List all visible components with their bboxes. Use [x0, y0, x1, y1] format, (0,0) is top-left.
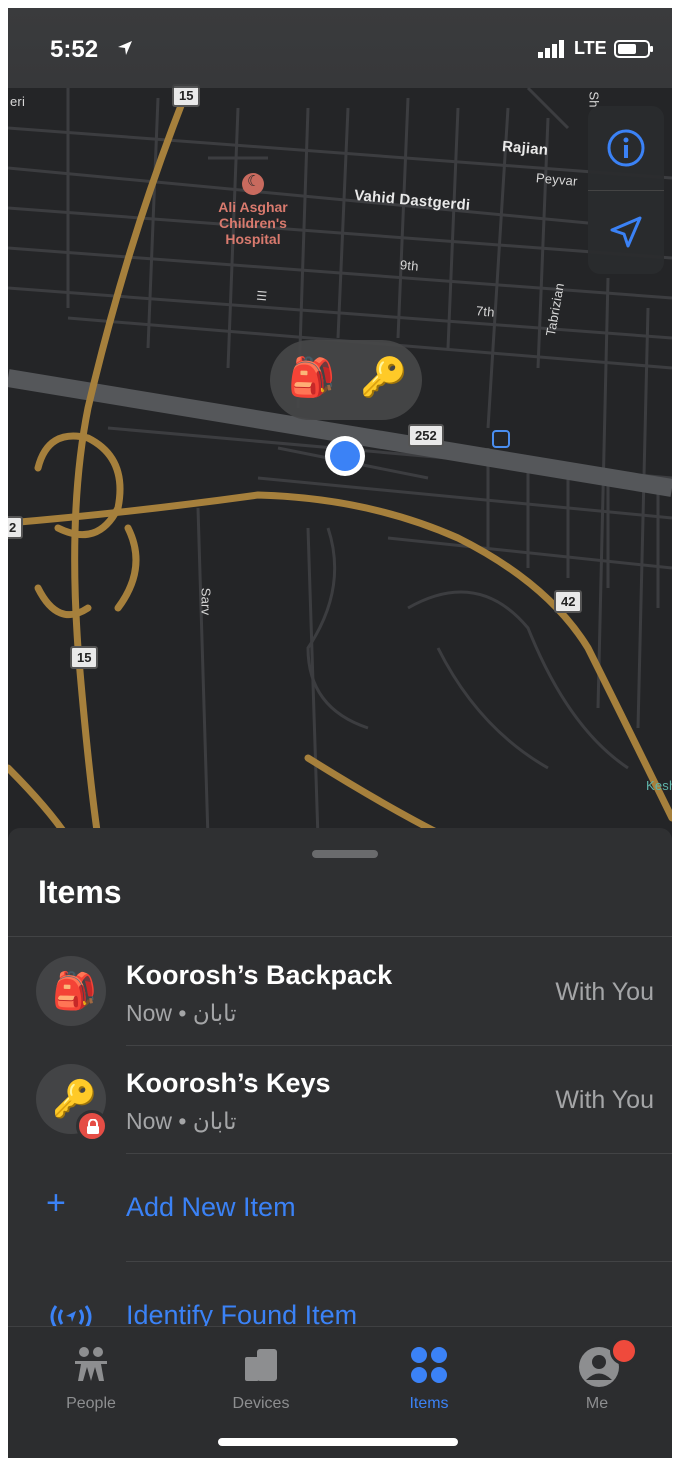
highway-shield-edge: 2 — [8, 516, 24, 539]
key-icon: 🔑 — [360, 357, 408, 399]
shopping-poi-icon[interactable] — [492, 430, 510, 448]
item-subtitle: Now • تابان — [126, 1000, 237, 1026]
plus-icon: + — [46, 1184, 66, 1222]
home-indicator[interactable] — [218, 1438, 458, 1446]
tab-items[interactable]: Items — [354, 1341, 504, 1421]
map-label-edge: eri — [10, 94, 26, 109]
tab-label: Me — [585, 1395, 609, 1412]
cellular-signal-icon — [538, 40, 564, 58]
highway-shield-15-left: 15 — [70, 646, 99, 669]
sheet-divider — [8, 936, 672, 937]
track-location-button[interactable] — [604, 210, 648, 254]
hospital-poi[interactable]: ☾ Ali Asghar Children's Hospital — [198, 173, 308, 247]
highway-shield-252: 252 — [408, 424, 444, 447]
tab-me[interactable]: Me — [522, 1337, 672, 1421]
info-icon — [607, 129, 645, 167]
hospital-name-line2: Children's — [219, 215, 287, 231]
lock-icon — [87, 1119, 99, 1134]
people-icon — [75, 1347, 107, 1381]
map-label-iii: III — [253, 289, 270, 302]
hospital-name-line1: Ali Asghar — [218, 199, 288, 215]
sheet-title: Items — [38, 874, 122, 910]
info-button[interactable] — [604, 126, 648, 170]
item-name: Koorosh’s Keys — [126, 1068, 331, 1098]
tab-devices[interactable]: Devices — [186, 1341, 336, 1421]
tab-label: Devices — [232, 1395, 290, 1412]
map-label-7th: 7th — [475, 303, 496, 320]
map-label-keshavarz: Kesh — [646, 778, 672, 793]
status-time: 5:52 — [50, 36, 99, 63]
map-controls — [588, 106, 664, 274]
item-status: With You — [555, 978, 654, 1006]
network-type: LTE — [574, 38, 607, 58]
item-name: Koorosh’s Backpack — [126, 960, 393, 990]
devices-icon — [245, 1349, 277, 1381]
battery-icon — [614, 40, 653, 58]
map-view[interactable]: eri Sh Rajian Peyvar Vahid Dastgerdi 9th… — [8, 8, 672, 838]
location-services-icon — [118, 41, 132, 55]
add-new-item-button[interactable]: + Add New Item — [8, 1154, 672, 1262]
tab-people[interactable]: People — [16, 1341, 166, 1421]
item-avatar: 🎒 — [36, 956, 106, 1026]
items-sheet: Items 🎒 Koorosh’s Backpack Now • تابان W… — [8, 828, 672, 1338]
map-streets — [8, 84, 672, 838]
lost-mode-badge — [76, 1110, 108, 1142]
items-cluster-pin[interactable]: 🎒 🔑 — [270, 340, 422, 420]
highway-shield-42: 42 — [554, 590, 583, 613]
location-arrow-icon — [610, 216, 642, 248]
items-icon — [411, 1347, 447, 1383]
item-status: With You — [555, 1086, 654, 1114]
item-subtitle: Now • تابان — [126, 1108, 237, 1134]
backpack-icon: 🎒 — [288, 357, 336, 399]
add-new-item-label: Add New Item — [126, 1192, 296, 1222]
hospital-name-line3: Hospital — [225, 231, 281, 247]
item-row-backpack[interactable]: 🎒 Koorosh’s Backpack Now • تابان With Yo… — [8, 938, 672, 1046]
status-bar: 5:52 LTE — [8, 8, 672, 88]
map-label-sarv: Sarv — [198, 587, 214, 616]
tab-label: People — [66, 1395, 116, 1412]
app-frame: eri Sh Rajian Peyvar Vahid Dastgerdi 9th… — [8, 8, 672, 1458]
current-location-dot — [325, 436, 365, 476]
controls-divider — [588, 190, 664, 191]
sheet-grabber[interactable] — [312, 850, 378, 858]
item-row-keys[interactable]: 🔑 Koorosh’s Keys Now • تابان With You — [8, 1046, 672, 1154]
notification-badge — [610, 1337, 638, 1365]
tab-label: Items — [409, 1395, 449, 1412]
hospital-icon: ☾ — [242, 173, 264, 195]
map-label-9th: 9th — [399, 257, 420, 274]
backpack-icon: 🎒 — [52, 970, 97, 1011]
